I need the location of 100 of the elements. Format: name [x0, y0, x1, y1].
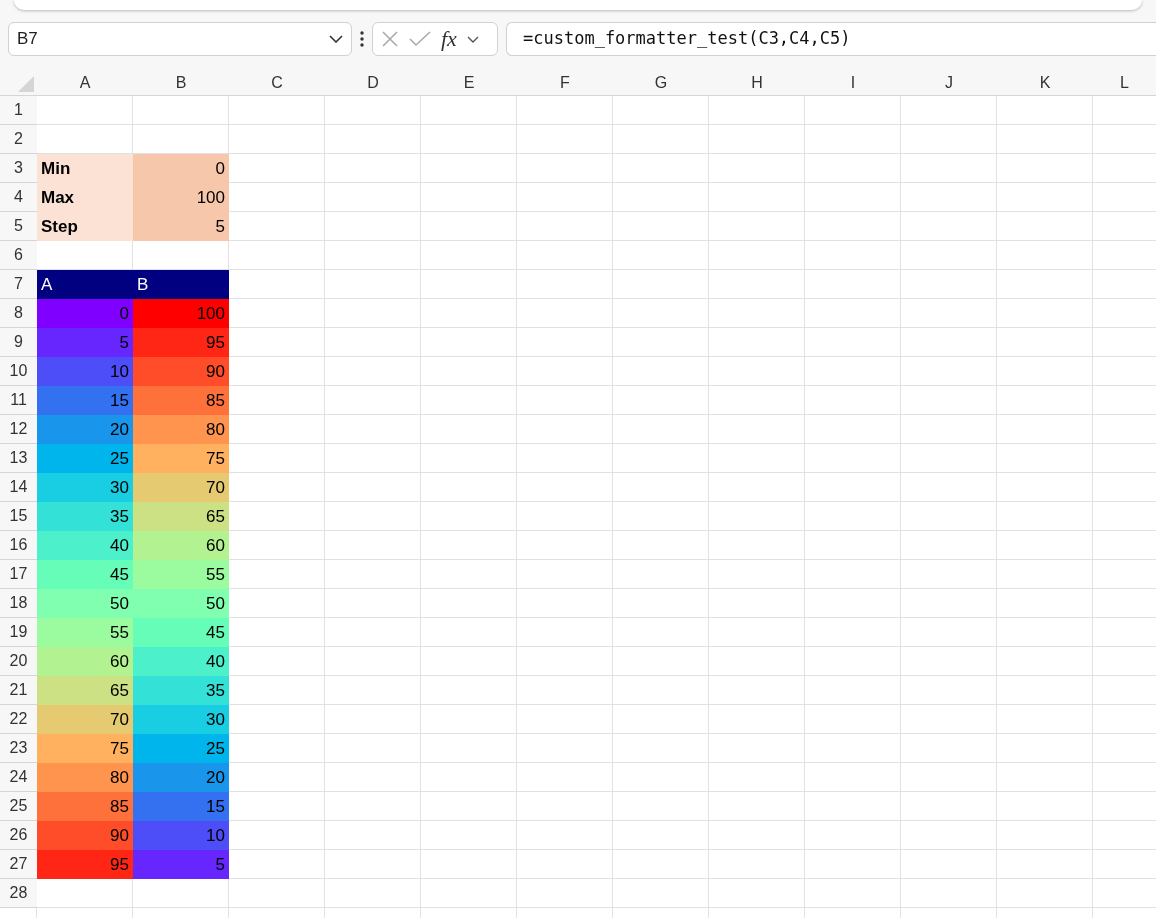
- row-header[interactable]: 20: [0, 647, 37, 676]
- parameter-value: 100: [133, 183, 229, 212]
- table-cell: 35: [133, 676, 229, 705]
- formula-text: =custom_formatter_test(C3,C4,C5): [523, 27, 851, 51]
- row-header[interactable]: 4: [0, 183, 37, 212]
- column-header[interactable]: D: [325, 70, 421, 96]
- parameter-label: Step: [37, 212, 133, 241]
- row-header[interactable]: 2: [0, 125, 37, 154]
- name-box[interactable]: B7: [8, 22, 352, 56]
- table-cell: 50: [133, 589, 229, 618]
- row-header[interactable]: 14: [0, 473, 37, 502]
- row-header[interactable]: 26: [0, 821, 37, 850]
- table-cell: 75: [37, 734, 133, 763]
- table-cell: 45: [37, 560, 133, 589]
- table-cell: 85: [37, 792, 133, 821]
- column-header[interactable]: J: [901, 70, 997, 96]
- row-header[interactable]: 21: [0, 676, 37, 705]
- table-cell: 15: [133, 792, 229, 821]
- row-header[interactable]: 3: [0, 154, 37, 183]
- row-header[interactable]: 25: [0, 792, 37, 821]
- select-all-button[interactable]: [0, 70, 37, 96]
- table-header: A: [37, 270, 133, 299]
- table-cell: 95: [133, 328, 229, 357]
- table-cell: 85: [133, 386, 229, 415]
- parameter-value: 0: [133, 154, 229, 183]
- table-cell: 30: [37, 473, 133, 502]
- row-header[interactable]: 7: [0, 270, 37, 299]
- row-header[interactable]: 17: [0, 560, 37, 589]
- parameter-label: Max: [37, 183, 133, 212]
- table-cell: 75: [133, 444, 229, 473]
- formula-field[interactable]: =custom_formatter_test(C3,C4,C5): [506, 22, 1156, 56]
- table-cell: 40: [37, 531, 133, 560]
- table-cell: 80: [37, 763, 133, 792]
- row-header[interactable]: 13: [0, 444, 37, 473]
- table-cell: 90: [37, 821, 133, 850]
- table-cell: 5: [133, 850, 229, 879]
- row-header[interactable]: 19: [0, 618, 37, 647]
- table-cell: 60: [133, 531, 229, 560]
- column-header[interactable]: I: [805, 70, 901, 96]
- table-cell: 45: [133, 618, 229, 647]
- row-header[interactable]: 22: [0, 705, 37, 734]
- row-header[interactable]: 1: [0, 96, 37, 125]
- table-cell: 30: [133, 705, 229, 734]
- table-cell: 70: [133, 473, 229, 502]
- parameter-value: 5: [133, 212, 229, 241]
- table-cell: 25: [133, 734, 229, 763]
- table-cell: 15: [37, 386, 133, 415]
- row-header[interactable]: 9: [0, 328, 37, 357]
- table-cell: 55: [37, 618, 133, 647]
- column-header[interactable]: B: [133, 70, 229, 96]
- table-header: B: [133, 270, 229, 299]
- table-cell: 90: [133, 357, 229, 386]
- row-header[interactable]: 15: [0, 502, 37, 531]
- table-cell: 60: [37, 647, 133, 676]
- chevron-down-icon: [466, 35, 479, 43]
- row-header[interactable]: 24: [0, 763, 37, 792]
- table-cell: 40: [133, 647, 229, 676]
- column-header[interactable]: F: [517, 70, 613, 96]
- table-cell: 80: [133, 415, 229, 444]
- table-cell: 5: [37, 328, 133, 357]
- table-cell: 70: [37, 705, 133, 734]
- table-cell: 25: [37, 444, 133, 473]
- table-cell: 10: [133, 821, 229, 850]
- column-header[interactable]: E: [421, 70, 517, 96]
- row-header[interactable]: 6: [0, 241, 37, 270]
- chevron-down-icon: [329, 35, 343, 43]
- row-header[interactable]: 27: [0, 850, 37, 879]
- row-header[interactable]: 18: [0, 589, 37, 618]
- row-header[interactable]: 5: [0, 212, 37, 241]
- name-box-text: B7: [17, 28, 38, 51]
- row-header[interactable]: 12: [0, 415, 37, 444]
- table-cell: 20: [37, 415, 133, 444]
- column-header[interactable]: K: [997, 70, 1093, 96]
- table-cell: 65: [37, 676, 133, 705]
- insert-function-button[interactable]: fx: [441, 28, 457, 50]
- more-options-icon[interactable]: [360, 31, 364, 47]
- table-cell: 65: [133, 502, 229, 531]
- parameter-label: Min: [37, 154, 133, 183]
- table-cell: 0: [37, 299, 133, 328]
- table-cell: 50: [37, 589, 133, 618]
- table-cell: 100: [133, 299, 229, 328]
- row-header[interactable]: 23: [0, 734, 37, 763]
- table-cell: 20: [133, 763, 229, 792]
- cancel-icon[interactable]: [381, 30, 399, 48]
- column-header[interactable]: A: [37, 70, 133, 96]
- row-header[interactable]: 28: [0, 879, 37, 908]
- row-header[interactable]: 16: [0, 531, 37, 560]
- check-icon[interactable]: [409, 31, 431, 47]
- table-cell: 55: [133, 560, 229, 589]
- table-cell: 35: [37, 502, 133, 531]
- triangle-icon: [18, 76, 34, 92]
- column-header[interactable]: G: [613, 70, 709, 96]
- table-cell: 10: [37, 357, 133, 386]
- column-header[interactable]: C: [229, 70, 325, 96]
- column-header[interactable]: H: [709, 70, 805, 96]
- row-header[interactable]: 11: [0, 386, 37, 415]
- column-header[interactable]: L: [1093, 70, 1156, 96]
- table-cell: 95: [37, 850, 133, 879]
- row-header[interactable]: 8: [0, 299, 37, 328]
- row-header[interactable]: 10: [0, 357, 37, 386]
